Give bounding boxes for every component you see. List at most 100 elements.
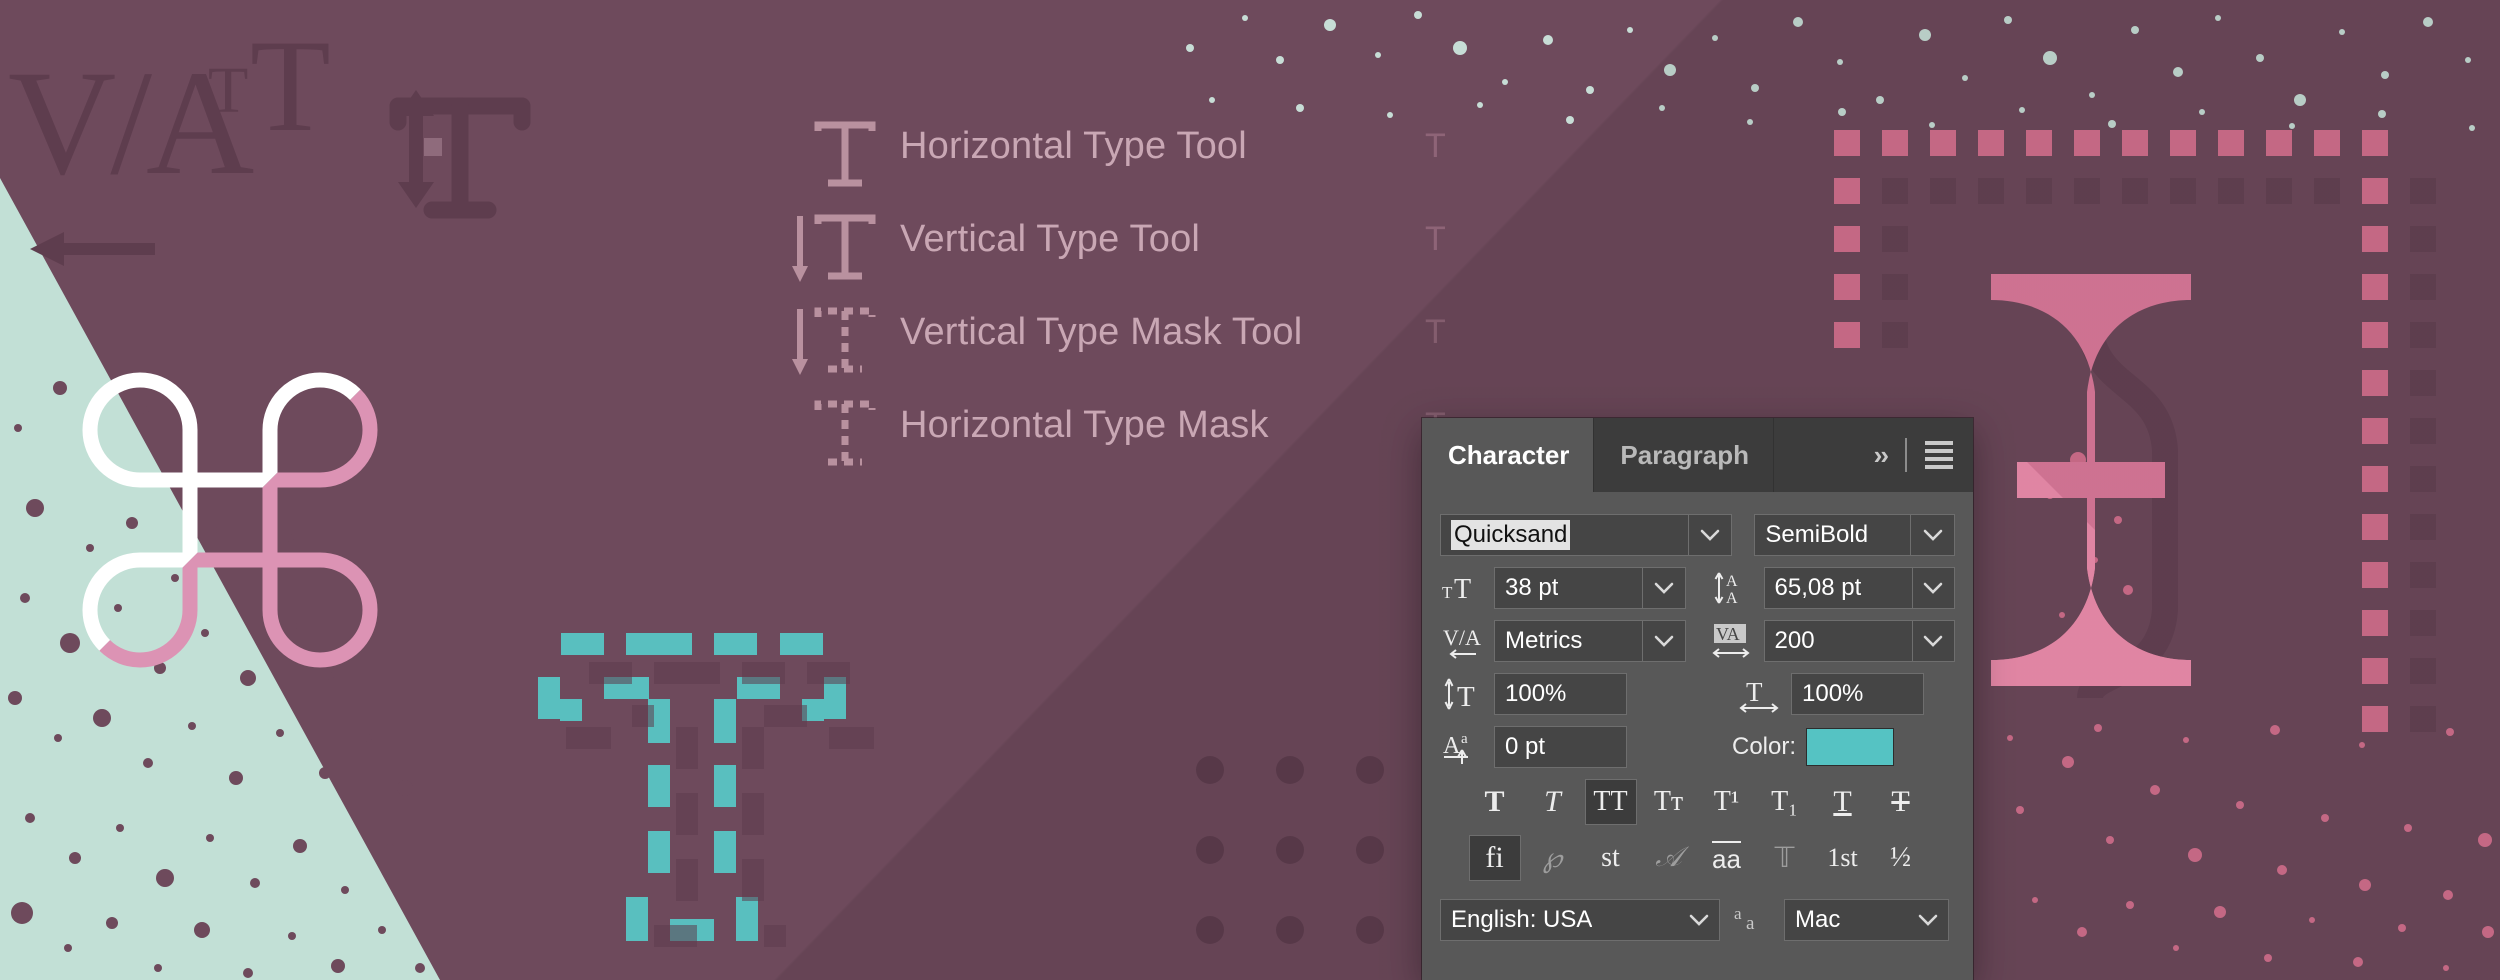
kerning-input[interactable]: Metrics: [1494, 620, 1644, 662]
baseline-shift-value: 0 pt: [1505, 733, 1546, 760]
baseline-shift-icon: A a: [1440, 726, 1484, 768]
svg-text:A: A: [1726, 573, 1738, 590]
underline-button[interactable]: T: [1817, 779, 1869, 825]
leading-input[interactable]: 65,08 pt: [1763, 567, 1913, 609]
svg-text:T: T: [1746, 677, 1763, 707]
color-label: Color:: [1732, 733, 1797, 760]
superscript-glyph: T¹: [1713, 786, 1740, 817]
superscript-button[interactable]: T¹: [1701, 779, 1753, 825]
tab-character[interactable]: Character: [1422, 418, 1595, 492]
subscript-button[interactable]: T₁: [1759, 779, 1811, 825]
color-swatch[interactable]: [1806, 728, 1895, 766]
font-size-input[interactable]: 38 pt: [1494, 567, 1644, 609]
titling-alternates-button[interactable]: 𝕋: [1759, 835, 1811, 881]
font-size-dropdown[interactable]: [1643, 567, 1686, 609]
contextual-alternates-glyph: ℘: [1542, 843, 1563, 874]
chevron-down-icon: [1689, 914, 1709, 926]
faux-bold-button[interactable]: T: [1469, 779, 1521, 825]
tab-paragraph-label: Paragraph: [1620, 439, 1750, 470]
swash-button[interactable]: 𝒜: [1643, 835, 1695, 881]
font-family-value: Quicksand: [1451, 520, 1571, 550]
svg-text:T: T: [1457, 681, 1475, 713]
svg-text:VA: VA: [1716, 624, 1740, 644]
horizontal-scale-icon: T: [1737, 673, 1781, 715]
font-size-icon: T T: [1440, 567, 1484, 609]
standard-ligatures-button[interactable]: fi: [1468, 835, 1521, 881]
discretionary-ligatures-button[interactable]: st: [1585, 835, 1637, 881]
all-caps-button[interactable]: TT: [1584, 779, 1637, 825]
panel-body: Quicksand SemiBold T T 38 pt A A 65,08 p…: [1422, 492, 1973, 895]
expand-panel-icon[interactable]: ››: [1874, 440, 1889, 471]
horizontal-scale-value: 100%: [1802, 680, 1864, 707]
fractions-glyph: ½: [1890, 842, 1911, 873]
stylistic-alternates-glyph: aа: [1712, 841, 1741, 875]
anti-alias-icon: a a: [1730, 899, 1774, 941]
vertical-scale-input[interactable]: 100%: [1494, 673, 1627, 715]
small-caps-button[interactable]: Tᴛ: [1643, 779, 1695, 825]
type-style-buttons[interactable]: T T TT Tᴛ T¹ T₁ T T: [1440, 779, 1955, 825]
tab-character-label: Character: [1448, 439, 1570, 470]
strikethrough-button[interactable]: T: [1875, 779, 1927, 825]
leading-dropdown[interactable]: [1912, 567, 1955, 609]
opentype-buttons[interactable]: fi ℘ st 𝒜 aа 𝕋 1st ½: [1440, 835, 1955, 881]
standard-ligatures-glyph: fi: [1485, 841, 1504, 874]
baseline-shift-input[interactable]: 0 pt: [1494, 726, 1627, 768]
language-select[interactable]: English: USA: [1440, 899, 1720, 941]
scale-row: T 100% T 100%: [1440, 673, 1955, 715]
panel-tab-bar-controls[interactable]: ››: [1874, 418, 1973, 492]
font-family-input[interactable]: Quicksand: [1440, 514, 1689, 556]
leading-value: 65,08 pt: [1774, 574, 1862, 601]
stylistic-alternates-button[interactable]: aа: [1701, 835, 1753, 881]
ordinals-glyph: 1st: [1827, 843, 1858, 872]
underline-glyph: T: [1833, 785, 1852, 818]
kerning-dropdown[interactable]: [1643, 620, 1686, 662]
faux-bold-glyph: T: [1484, 785, 1505, 818]
tracking-dropdown[interactable]: [1912, 620, 1955, 662]
diagonal-shadow-overlay: [0, 0, 2500, 980]
tracking-value: 200: [1774, 627, 1815, 654]
svg-text:T: T: [1442, 583, 1453, 602]
contextual-alternates-button[interactable]: ℘: [1527, 835, 1579, 881]
font-style-input[interactable]: SemiBold: [1754, 514, 1912, 556]
kerning-value: Metrics: [1505, 627, 1583, 654]
font-row: Quicksand SemiBold: [1440, 514, 1956, 556]
kerning-tracking-row: V/A Metrics VA 200: [1440, 620, 1955, 662]
svg-text:A: A: [1726, 590, 1738, 607]
ordinals-button[interactable]: 1st: [1817, 835, 1869, 881]
strikethrough-glyph: T: [1891, 785, 1910, 818]
font-family-dropdown[interactable]: [1688, 514, 1733, 556]
size-leading-row: T T 38 pt A A 65,08 pt: [1440, 567, 1955, 609]
font-style-dropdown[interactable]: [1911, 514, 1956, 556]
anti-alias-select[interactable]: Mac: [1784, 899, 1949, 941]
font-size-value: 38 pt: [1505, 574, 1559, 601]
svg-text:a: a: [1734, 904, 1742, 923]
discretionary-ligatures-glyph: st: [1601, 842, 1620, 873]
faux-italic-glyph: T: [1544, 785, 1561, 818]
svg-text:a: a: [1461, 731, 1468, 747]
fractions-button[interactable]: ½: [1875, 835, 1927, 881]
small-caps-glyph: Tᴛ: [1653, 786, 1684, 817]
tracking-input[interactable]: 200: [1763, 620, 1913, 662]
svg-text:T: T: [1454, 574, 1471, 605]
character-panel[interactable]: Character Paragraph ›› Quicksand SemiBol…: [1422, 418, 1973, 980]
horizontal-scale-input[interactable]: 100%: [1791, 673, 1924, 715]
all-caps-glyph: TT: [1593, 786, 1628, 817]
svg-text:V/A: V/A: [1443, 625, 1481, 650]
titling-alternates-glyph: 𝕋: [1774, 843, 1795, 874]
tab-paragraph[interactable]: Paragraph: [1594, 418, 1775, 492]
vertical-scale-value: 100%: [1505, 680, 1567, 707]
language-antialias-row: English: USA a a Mac: [1422, 895, 1973, 941]
svg-text:a: a: [1746, 913, 1755, 934]
font-style-value: SemiBold: [1765, 521, 1869, 548]
faux-italic-button[interactable]: T: [1527, 779, 1579, 825]
kerning-icon: V/A: [1440, 620, 1484, 662]
hamburger-icon[interactable]: [1925, 441, 1953, 469]
screenshot-canvas: V/A T T Horizontal Type Tool T: [0, 0, 2500, 980]
divider: [1905, 438, 1907, 472]
leading-icon: A A: [1710, 567, 1754, 609]
vertical-scale-icon: T: [1440, 673, 1484, 715]
anti-alias-value: Mac: [1795, 906, 1841, 933]
subscript-glyph: T₁: [1771, 786, 1798, 817]
tracking-icon: VA: [1710, 620, 1754, 662]
panel-tab-bar[interactable]: Character Paragraph ››: [1422, 418, 1973, 492]
